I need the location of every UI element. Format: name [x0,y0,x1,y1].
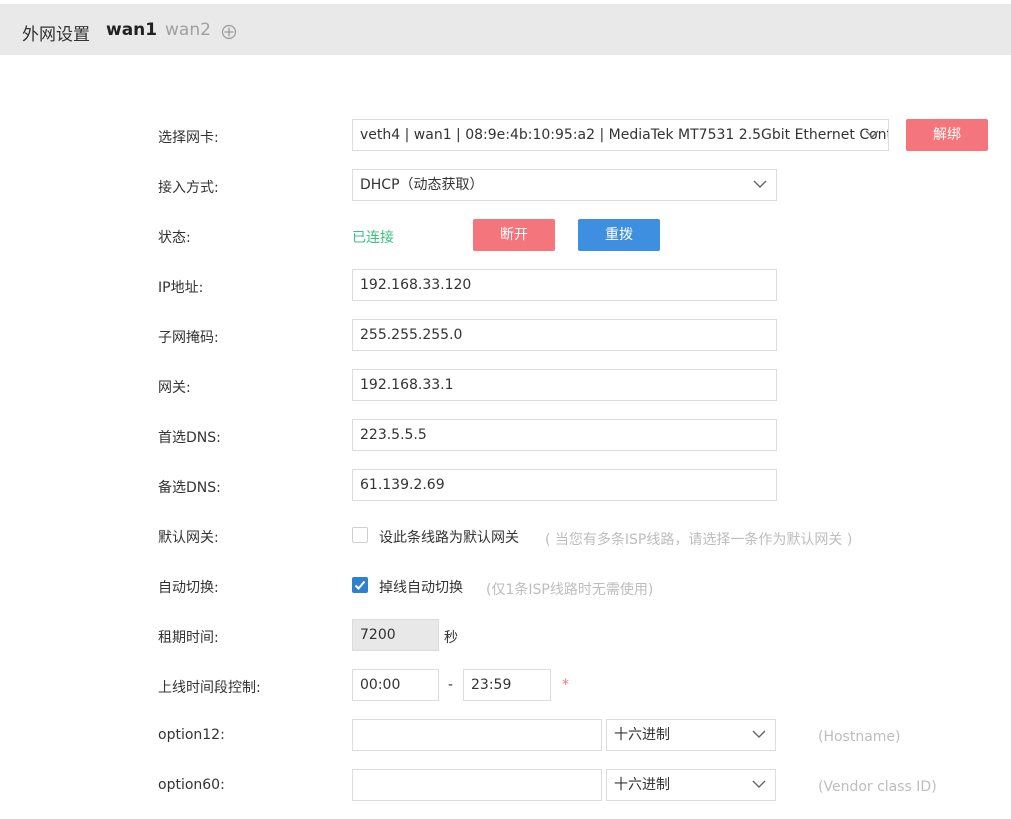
online-end-input[interactable]: 23:59 [463,669,551,701]
auto-switch-hint: (仅1条ISP线路时无需使用) [486,582,654,598]
option12-hint: (Hostname) [818,729,901,745]
option12-input[interactable] [352,719,602,751]
page-title: 外网设置 [22,25,90,45]
tab-wan2[interactable]: wan2 [165,20,211,40]
page-header: 外网设置 wan1 wan2 [0,4,1011,55]
default-gateway-checkbox[interactable] [352,527,368,543]
online-period-separator: - [448,677,454,693]
nic-label: 选择网卡: [158,130,219,146]
redial-button[interactable]: 重拨 [578,219,660,251]
option12-format-value: 十六进制 [614,727,670,743]
chevron-down-icon [865,130,879,138]
dns2-label: 备选DNS: [158,480,221,496]
tab-wan1[interactable]: wan1 [106,20,157,40]
access-mode-label: 接入方式: [158,180,219,196]
status-label: 状态: [158,230,191,246]
option12-format-select[interactable]: 十六进制 [606,719,776,751]
online-start-input[interactable]: 00:00 [352,669,439,701]
chevron-down-icon [752,780,766,788]
unbind-button[interactable]: 解绑 [906,119,988,151]
nic-select[interactable]: veth4 | wan1 | 08:9e:4b:10:95:a2 | Media… [352,119,889,151]
nic-select-value: veth4 | wan1 | 08:9e:4b:10:95:a2 | Media… [360,127,889,143]
chevron-down-icon [752,730,766,738]
lease-input: 7200 [352,619,439,651]
access-mode-select[interactable]: DHCP（动态获取） [352,169,777,201]
dns1-input[interactable]: 223.5.5.5 [352,419,777,451]
option60-format-select[interactable]: 十六进制 [606,769,776,801]
netmask-input[interactable]: 255.255.255.0 [352,319,777,351]
gateway-input[interactable]: 192.168.33.1 [352,369,777,401]
option60-label: option60: [158,777,225,793]
default-gateway-option: 设此条线路为默认网关 [379,530,519,546]
option60-hint: (Vendor class ID) [818,779,937,795]
dns1-label: 首选DNS: [158,430,221,446]
ip-input[interactable]: 192.168.33.120 [352,269,777,301]
auto-switch-checkbox[interactable] [352,577,368,593]
access-mode-value: DHCP（动态获取） [360,177,484,193]
lease-label: 租期时间: [158,630,219,646]
default-gateway-label: 默认网关: [158,530,219,546]
option60-format-value: 十六进制 [614,777,670,793]
ip-label: IP地址: [158,280,204,296]
option60-input[interactable] [352,769,602,801]
required-mark: * [562,677,569,693]
default-gateway-hint: ( 当您有多条ISP线路，请选择一条作为默认网关 ) [545,532,853,548]
auto-switch-option: 掉线自动切换 [379,580,463,596]
dns2-input[interactable]: 61.139.2.69 [352,469,777,501]
online-period-label: 上线时间段控制: [158,680,261,696]
gateway-label: 网关: [158,380,191,396]
option12-label: option12: [158,727,225,743]
disconnect-button[interactable]: 断开 [473,219,555,251]
connection-status: 已连接 [352,230,394,246]
plus-circle-icon[interactable] [221,24,237,40]
chevron-down-icon [753,180,767,188]
lease-unit: 秒 [444,630,458,646]
auto-switch-label: 自动切换: [158,580,219,596]
checkmark-icon [354,580,366,590]
netmask-label: 子网掩码: [158,330,219,346]
